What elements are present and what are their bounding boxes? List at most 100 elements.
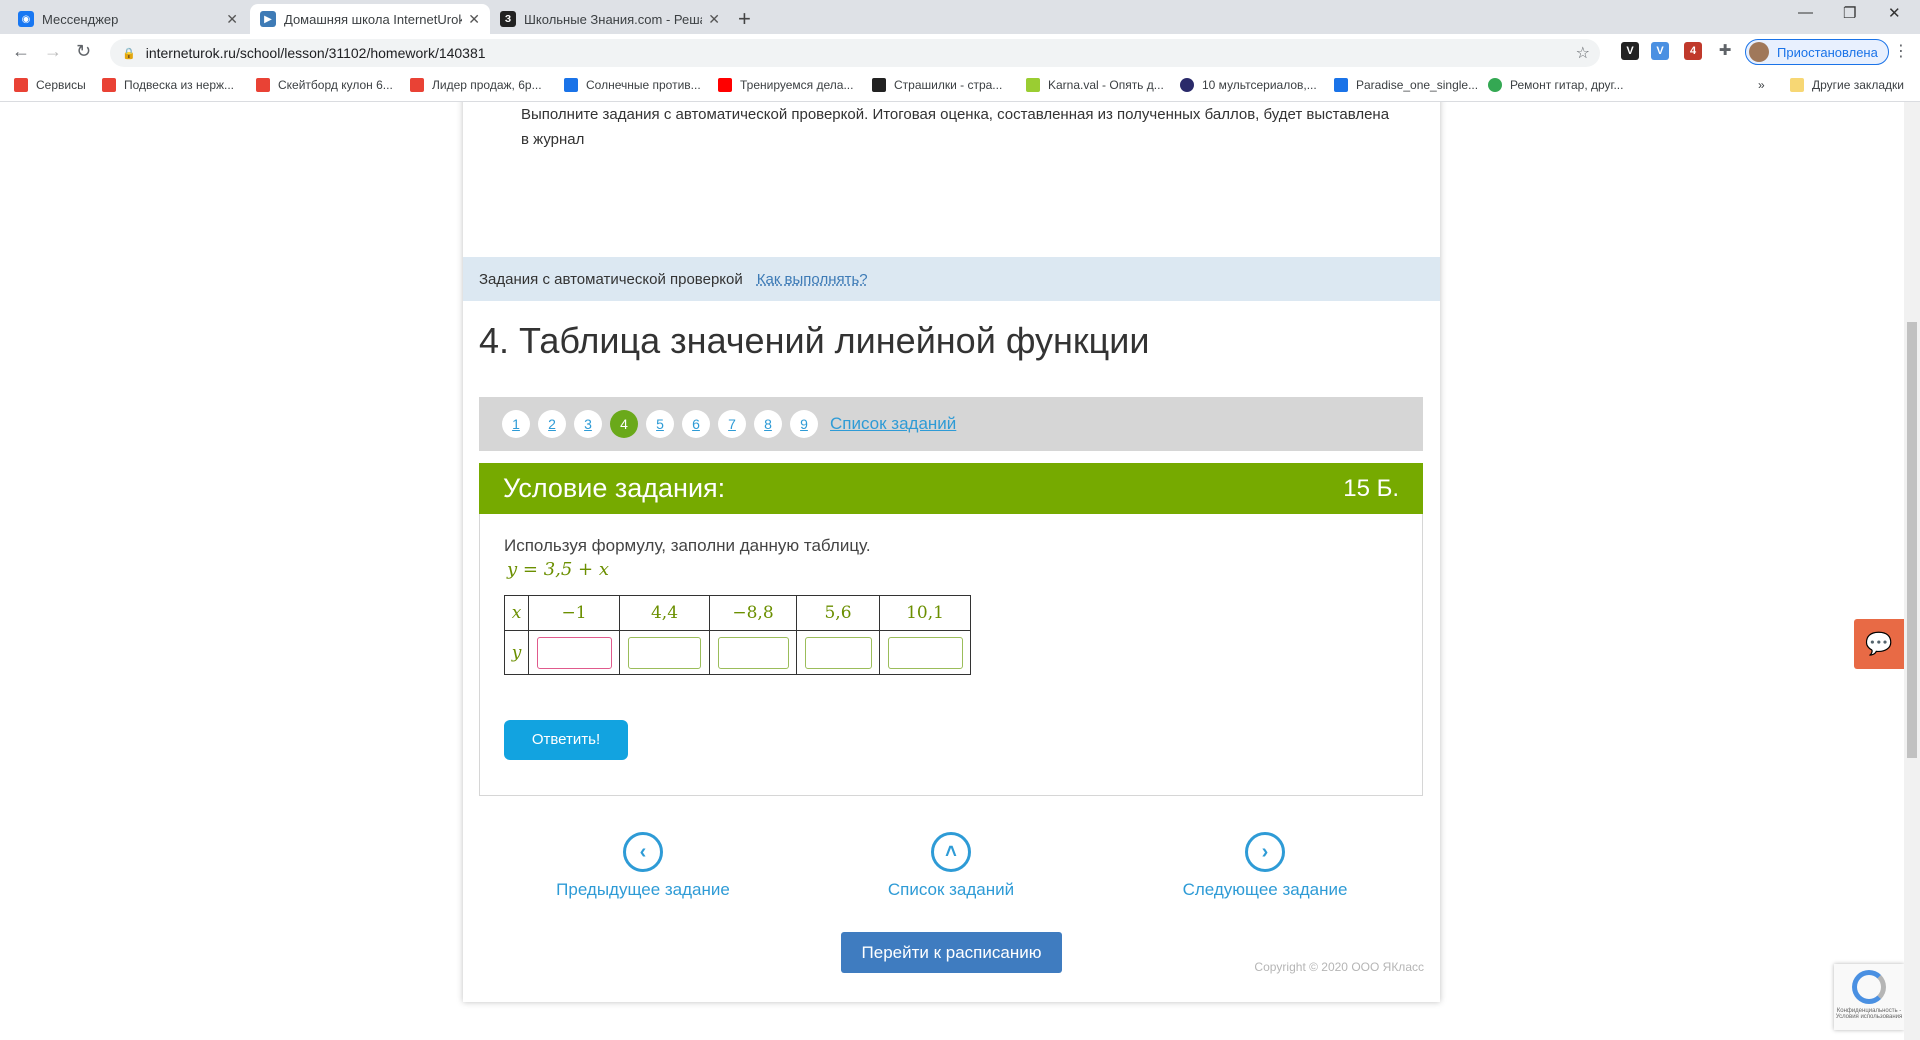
x-value: 4,4 bbox=[619, 595, 710, 631]
task-list-nav-link[interactable]: ˄ Список заданий bbox=[851, 832, 1051, 900]
reload-icon[interactable]: ↻ bbox=[76, 41, 91, 62]
forward-icon[interactable]: → bbox=[44, 41, 62, 62]
page-link-1[interactable]: 1 bbox=[502, 410, 530, 438]
y-row: y bbox=[504, 630, 971, 675]
page-link-4-current[interactable]: 4 bbox=[610, 410, 638, 438]
close-icon[interactable]: ✕ bbox=[708, 11, 720, 28]
tab-znania[interactable]: З Школьные Знания.com - Решае ✕ bbox=[490, 4, 730, 34]
y-input-3[interactable] bbox=[717, 636, 789, 669]
task-text: Используя формулу, заполни данную таблиц… bbox=[504, 536, 871, 555]
hourglass-icon bbox=[564, 78, 578, 92]
pause-icon bbox=[1334, 78, 1348, 92]
scrollbar[interactable] bbox=[1904, 102, 1920, 1040]
address-field[interactable]: 🔒 interneturok.ru/school/lesson/31102/ho… bbox=[110, 39, 1600, 67]
how-to-link[interactable]: Как выполнять? bbox=[757, 271, 868, 288]
close-icon[interactable]: ✕ bbox=[226, 11, 238, 28]
restore-icon[interactable]: ❐ bbox=[1843, 4, 1856, 22]
x-value: −8,8 bbox=[709, 595, 797, 631]
answer-button[interactable]: Ответить! bbox=[504, 720, 628, 760]
bookmark-item[interactable]: 10 мультсериалов,... bbox=[1180, 78, 1317, 92]
bookmark-item[interactable]: Тренируемся дела... bbox=[718, 78, 853, 92]
page-link-7[interactable]: 7 bbox=[718, 410, 746, 438]
bookmark-item[interactable]: Солнечные против... bbox=[564, 78, 701, 92]
tab-internetUrok[interactable]: ▶ Домашняя школа InternetUrok.r ✕ bbox=[250, 4, 490, 34]
x-value: 5,6 bbox=[796, 595, 880, 631]
x-value: −1 bbox=[528, 595, 620, 631]
y-input-2[interactable] bbox=[628, 636, 701, 669]
task-pager: 1 2 3 4 5 6 7 8 9 Список заданий bbox=[479, 397, 1423, 451]
star-icon[interactable]: ☆ bbox=[1576, 43, 1590, 63]
recaptcha-icon bbox=[1852, 970, 1886, 1004]
bookmark-item[interactable]: Скейтборд кулон 6... bbox=[256, 78, 393, 92]
page-title: 4. Таблица значений линейной функции bbox=[479, 320, 1150, 361]
lock-icon: 🔒 bbox=[122, 47, 136, 60]
internetUrok-icon: ▶ bbox=[260, 11, 276, 27]
url-text: interneturok.ru/school/lesson/31102/home… bbox=[145, 45, 486, 61]
puzzle-icon[interactable]: ✚ bbox=[1716, 42, 1734, 60]
page-link-8[interactable]: 8 bbox=[754, 410, 782, 438]
menu-icon[interactable]: ⋮ bbox=[1893, 41, 1909, 61]
music-icon bbox=[1026, 78, 1040, 92]
chevron-left-icon: ‹ bbox=[623, 832, 663, 872]
y-input-1[interactable] bbox=[536, 636, 612, 669]
v-blue-extension-icon[interactable]: V bbox=[1651, 42, 1669, 60]
task-header: Условие задания: 15 Б. bbox=[479, 463, 1423, 514]
page-link-9[interactable]: 9 bbox=[790, 410, 818, 438]
go-to-schedule-button[interactable]: Перейти к расписанию bbox=[841, 932, 1062, 973]
page-viewport: Выполните задания с автоматической прове… bbox=[0, 102, 1904, 1040]
page-link-6[interactable]: 6 bbox=[682, 410, 710, 438]
page-link-2[interactable]: 2 bbox=[538, 410, 566, 438]
values-table: x −1 4,4 −8,8 5,6 10,1 y bbox=[504, 595, 971, 675]
y-label: y bbox=[504, 630, 529, 675]
y-input-5[interactable] bbox=[887, 636, 963, 669]
bookmark-item[interactable]: Подвеска из нерж... bbox=[102, 78, 234, 92]
messenger-icon: ◉ bbox=[18, 11, 34, 27]
recaptcha-badge[interactable]: Конфиденциальность - Условия использован… bbox=[1834, 964, 1904, 1030]
y-input-4[interactable] bbox=[804, 636, 872, 669]
x-value: 10,1 bbox=[879, 595, 971, 631]
close-window-icon[interactable]: ✕ bbox=[1888, 4, 1901, 22]
page-link-5[interactable]: 5 bbox=[646, 410, 674, 438]
colorful-dots-icon bbox=[1488, 78, 1502, 92]
bookmarks-bar: Сервисы Подвеска из нерж... Скейтборд ку… bbox=[0, 70, 1920, 102]
v-extension-icon[interactable]: V bbox=[1621, 42, 1639, 60]
aliexpress-icon bbox=[410, 78, 424, 92]
prev-task-link[interactable]: ‹ Предыдущее задание bbox=[543, 832, 743, 900]
chat-icon[interactable]: 💬 bbox=[1854, 619, 1904, 669]
w-site-icon bbox=[1180, 78, 1194, 92]
task-list-link[interactable]: Список заданий bbox=[830, 414, 956, 434]
chevron-right-icon: › bbox=[1245, 832, 1285, 872]
folder-icon bbox=[1790, 78, 1804, 92]
x-row: x −1 4,4 −8,8 5,6 10,1 bbox=[504, 595, 971, 631]
bookmark-item[interactable]: Страшилки - стра... bbox=[872, 78, 1002, 92]
bookmark-item[interactable]: Сервисы bbox=[14, 78, 86, 92]
profile-button[interactable]: Приостановлена bbox=[1745, 39, 1889, 65]
page-link-3[interactable]: 3 bbox=[574, 410, 602, 438]
shield-extension-icon[interactable]: 4 bbox=[1684, 42, 1702, 60]
copyright: Copyright © 2020 ООО ЯКласс bbox=[1254, 960, 1424, 974]
minimize-icon[interactable]: — bbox=[1798, 4, 1813, 21]
bookmark-item[interactable]: Paradise_one_single... bbox=[1334, 78, 1478, 92]
task-panel: Условие задания: 15 Б. Используя формулу… bbox=[479, 463, 1423, 796]
points-label: 15 Б. bbox=[1343, 474, 1399, 502]
aliexpress-icon bbox=[256, 78, 270, 92]
more-bookmarks-icon[interactable]: » bbox=[1758, 78, 1765, 92]
scrollbar-thumb[interactable] bbox=[1907, 322, 1917, 758]
next-task-link[interactable]: › Следующее задание bbox=[1165, 832, 1365, 900]
close-icon[interactable]: ✕ bbox=[468, 11, 480, 28]
back-icon[interactable]: ← bbox=[12, 41, 30, 62]
apps-grid-icon bbox=[14, 78, 28, 92]
bookmark-item[interactable]: Karna.val - Опять д... bbox=[1026, 78, 1164, 92]
chevron-up-icon: ˄ bbox=[931, 832, 971, 872]
formula: y = 3,5 + x bbox=[507, 559, 609, 580]
new-tab-icon[interactable]: + bbox=[738, 6, 751, 32]
znania-icon: З bbox=[500, 11, 516, 27]
site-icon bbox=[872, 78, 886, 92]
tab-messenger[interactable]: ◉ Мессенджер ✕ bbox=[8, 4, 248, 34]
other-bookmarks[interactable]: Другие закладки bbox=[1790, 78, 1904, 92]
avatar bbox=[1749, 42, 1769, 62]
homework-card: Выполните задания с автоматической прове… bbox=[463, 102, 1440, 1002]
aliexpress-icon bbox=[102, 78, 116, 92]
bookmark-item[interactable]: Ремонт гитар, друг... bbox=[1488, 78, 1623, 92]
bookmark-item[interactable]: Лидер продаж, 6р... bbox=[410, 78, 542, 92]
